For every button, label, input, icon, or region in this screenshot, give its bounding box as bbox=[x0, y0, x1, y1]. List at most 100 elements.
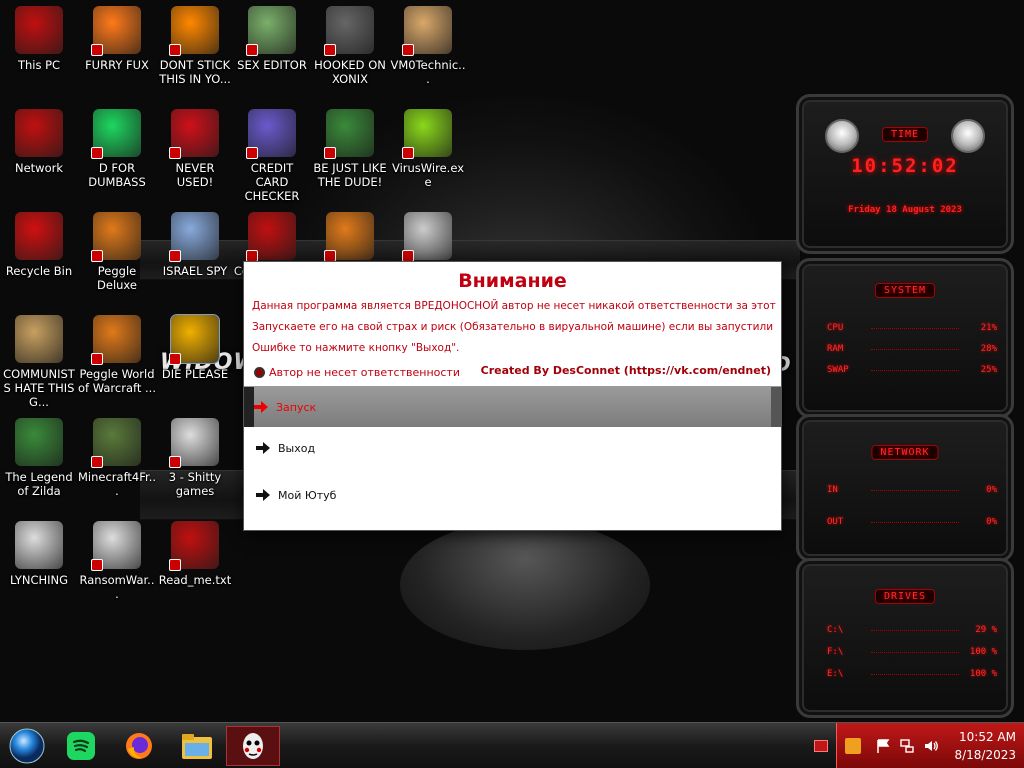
taskbar-explorer-button[interactable] bbox=[174, 726, 220, 766]
spotify-icon bbox=[67, 732, 95, 760]
network-gadget[interactable]: NETWORK IN 0% OUT 0% bbox=[796, 414, 1014, 562]
desktop-icon-label: COMMUNISTS HATE THIS G... bbox=[3, 367, 75, 409]
desktop-icon[interactable]: D FOR DUMBASS bbox=[78, 109, 156, 189]
desktop-icon[interactable]: FURRY FUX bbox=[78, 6, 156, 72]
drives-row-value: 100 % bbox=[969, 669, 997, 679]
warning-dialog: Внимание Данная программа является ВРЕДО… bbox=[244, 262, 781, 530]
dialog-menu-item[interactable]: Мой Ютуб bbox=[244, 475, 781, 515]
wallpaper-oval bbox=[400, 520, 650, 650]
arrow-right-icon bbox=[256, 489, 270, 501]
elf-icon bbox=[324, 109, 374, 159]
desktop-icon[interactable]: RansomWar... bbox=[78, 521, 156, 601]
flag-icon[interactable] bbox=[875, 738, 891, 754]
start-button[interactable] bbox=[4, 726, 50, 766]
desktop-icon-label: Recycle Bin bbox=[5, 264, 73, 278]
desktop-icon[interactable]: This PC bbox=[0, 6, 78, 72]
system-row-meter bbox=[871, 370, 959, 372]
desktop-icon[interactable]: Network bbox=[0, 109, 78, 175]
time-gadget-title: TIME bbox=[881, 127, 929, 142]
network-row-value: 0% bbox=[986, 517, 997, 527]
desktop-icon[interactable]: HOOKED ON XONIX bbox=[311, 6, 389, 86]
alien-head-icon bbox=[951, 119, 985, 153]
taskbar-clock[interactable]: 10:52 AM 8/18/2023 bbox=[954, 728, 1016, 764]
desktop-icon[interactable]: 3 - Shitty games bbox=[156, 418, 234, 498]
shortcut-badge-icon bbox=[402, 44, 414, 56]
desktop: WIDOW D This PCFURRY FUXDONT STICK THIS … bbox=[0, 0, 1024, 722]
drives-row-label: F:\ bbox=[827, 647, 844, 657]
desktop-icon-label: This PC bbox=[17, 58, 61, 72]
dialog-menu-item[interactable]: Запуск bbox=[244, 387, 781, 427]
shortcut-badge-icon bbox=[169, 456, 181, 468]
desktop-icon-label: D FOR DUMBASS bbox=[88, 161, 146, 189]
radio-button[interactable] bbox=[254, 367, 265, 378]
desktop-icon[interactable]: Recycle Bin bbox=[0, 212, 78, 278]
gadget-date: Friday 18 August 2023 bbox=[848, 205, 962, 215]
shortcut-badge-icon bbox=[324, 147, 336, 159]
taskbar-firefox-button[interactable] bbox=[116, 726, 162, 766]
desktop-icon-label: Peggle Deluxe bbox=[97, 264, 137, 292]
desktop-icon[interactable]: VirusWire.exe bbox=[389, 109, 467, 189]
system-row-label: SWAP bbox=[827, 365, 849, 375]
drives-gadget[interactable]: DRIVES C:\ 29 % F:\ 100 % E:\ 100 % bbox=[796, 558, 1014, 718]
xonix-game-icon bbox=[324, 6, 374, 56]
desktop-icon[interactable]: DIE PLEASE bbox=[156, 314, 234, 381]
desktop-icon-label: FURRY FUX bbox=[85, 58, 149, 72]
desktop-icon[interactable]: LYNCHING bbox=[0, 521, 78, 587]
drives-gadget-title: DRIVES bbox=[874, 589, 936, 604]
txt-file-icon bbox=[169, 521, 219, 571]
disclaimer-radio[interactable]: Автор не несет ответственности bbox=[254, 366, 460, 379]
shortcut-badge-icon bbox=[169, 250, 181, 262]
desktop-icon[interactable]: NEVER USED! bbox=[156, 109, 234, 189]
taskbar-spotify-button[interactable] bbox=[58, 726, 104, 766]
dialog-menu-item[interactable]: Выход bbox=[244, 428, 781, 468]
desktop-icon[interactable]: ISRAEL SPY bbox=[156, 212, 234, 278]
desktop-icon[interactable]: COMMUNISTS HATE THIS G... bbox=[0, 315, 78, 409]
shortcut-badge-icon bbox=[91, 456, 103, 468]
dialog-menu-label: Запуск bbox=[276, 400, 317, 414]
disclaimer-label: Автор не несет ответственности bbox=[269, 366, 460, 379]
alien-head-icon bbox=[825, 119, 859, 153]
tray-app-icon[interactable] bbox=[845, 738, 861, 754]
desktop-icon[interactable]: SEX EDITOR bbox=[233, 6, 311, 72]
dialog-menu-label: Мой Ютуб bbox=[278, 488, 337, 502]
desktop-icon[interactable]: The Legend of Zilda bbox=[0, 418, 78, 498]
time-gadget[interactable]: TIME 10:52:02 Friday 18 August 2023 bbox=[796, 94, 1014, 254]
desktop-icon[interactable]: CREDIT CARD CHECKER bbox=[233, 109, 311, 203]
system-row-meter bbox=[871, 328, 959, 330]
shortcut-badge-icon bbox=[402, 147, 414, 159]
dialog-message: Данная программа является ВРЕДОНОСНОЙ ав… bbox=[252, 296, 776, 359]
desktop-icon[interactable]: Peggle World of Warcraft ... bbox=[78, 315, 156, 395]
vlc-cone-icon bbox=[169, 6, 219, 56]
skull-icon bbox=[91, 521, 141, 571]
shortcut-badge-icon bbox=[246, 147, 258, 159]
desktop-icon[interactable]: BE JUST LIKE THE DUDE! bbox=[311, 109, 389, 189]
network-tray-icon[interactable] bbox=[899, 738, 915, 754]
system-row-value: 28% bbox=[980, 344, 997, 354]
file-explorer-icon bbox=[182, 734, 212, 759]
windows-pages-icon bbox=[402, 212, 452, 262]
clock-date: 8/18/2023 bbox=[954, 748, 1016, 762]
drives-row-meter bbox=[871, 652, 959, 654]
show-desktop-icon[interactable] bbox=[814, 740, 828, 752]
desktop-icon-label: DONT STICK THIS IN YO... bbox=[159, 58, 231, 86]
shortcut-badge-icon bbox=[246, 44, 258, 56]
desktop-icon[interactable]: VM0Technic... bbox=[389, 6, 467, 86]
desktop-icon[interactable]: Minecraft4Fr... bbox=[78, 418, 156, 498]
shortcut-badge-icon bbox=[169, 559, 181, 571]
desktop-icon-label: RansomWar... bbox=[79, 573, 155, 601]
volume-icon[interactable] bbox=[923, 738, 939, 754]
firefox-icon bbox=[91, 6, 141, 56]
taskbar-jigsaw-app-button[interactable] bbox=[226, 726, 280, 766]
system-row-value: 21% bbox=[980, 323, 997, 333]
desktop-icon-label: HOOKED ON XONIX bbox=[314, 58, 386, 86]
system-gadget[interactable]: SYSTEM CPU 21% RAM 28% SWAP 25% bbox=[796, 258, 1014, 418]
shortcut-badge-icon bbox=[324, 250, 336, 262]
start-orb-icon bbox=[9, 728, 45, 764]
desktop-icon-label: Read_me.txt bbox=[158, 573, 232, 587]
desktop-icon[interactable]: DONT STICK THIS IN YO... bbox=[156, 6, 234, 86]
desktop-icon[interactable]: Read_me.txt bbox=[156, 521, 234, 587]
system-tray: 10:52 AM 8/18/2023 bbox=[836, 723, 1024, 768]
desktop-icon[interactable]: Peggle Deluxe bbox=[78, 212, 156, 292]
network-row-label: OUT bbox=[827, 517, 844, 527]
hxd-editor-icon bbox=[246, 6, 296, 56]
